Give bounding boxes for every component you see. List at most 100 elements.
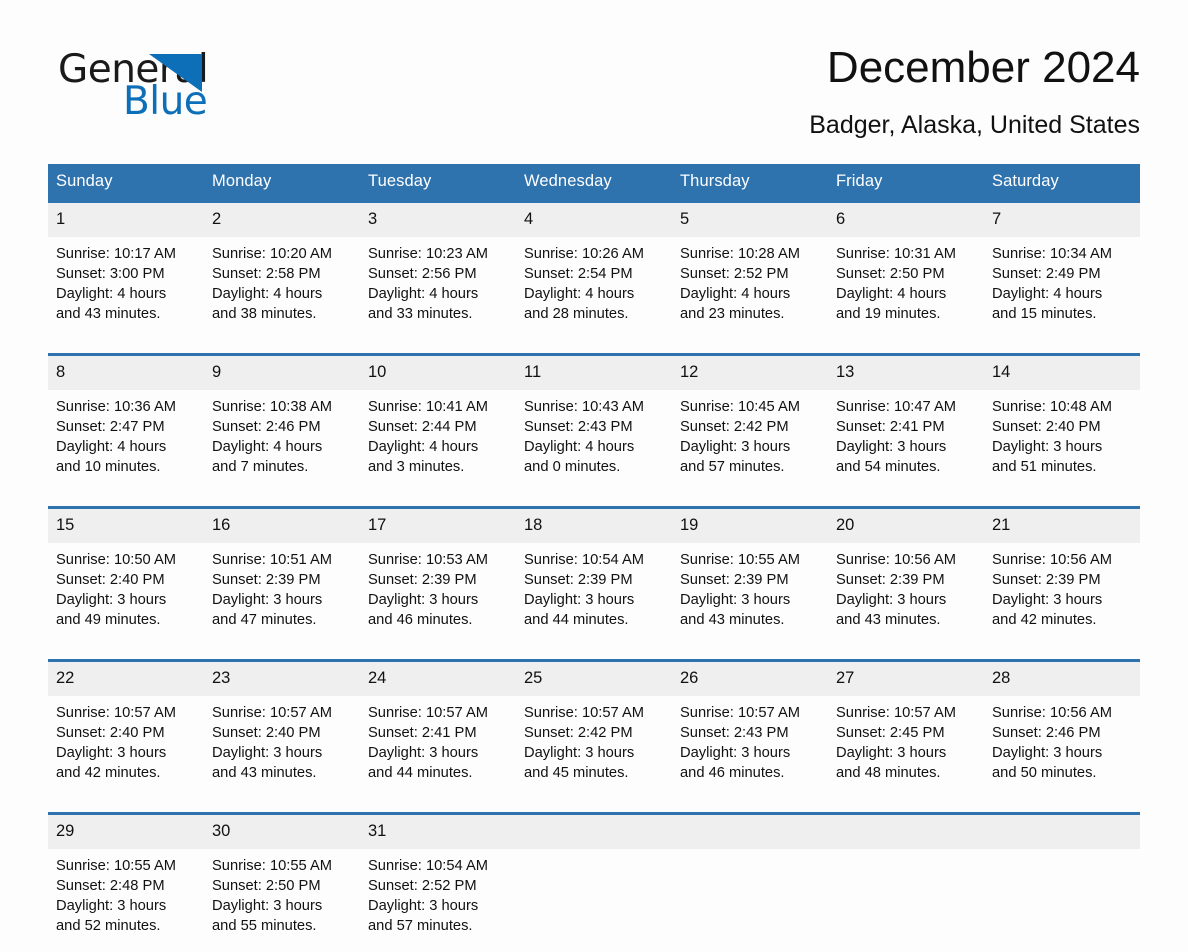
day-info-row: Sunrise: 10:36 AM Sunset: 2:47 PM Daylight… bbox=[48, 390, 1140, 493]
empty-line bbox=[524, 916, 662, 936]
sunrise-text: Sunrise: 10:17 AM bbox=[56, 246, 177, 262]
day-number-26[interactable]: 26 bbox=[672, 662, 828, 696]
day-cell-24[interactable]: Sunrise: 10:57 AM Sunset: 2:41 PM Daylight… bbox=[360, 696, 516, 799]
day-number-7[interactable]: 7 bbox=[984, 203, 1140, 237]
day-number-29[interactable]: 29 bbox=[48, 815, 204, 849]
day-info-row: Sunrise: 10:50 AM Sunset: 2:40 PM Daylight… bbox=[48, 543, 1140, 646]
day-cell-9[interactable]: Sunrise: 10:38 AM Sunset: 2:46 PM Daylight… bbox=[204, 390, 360, 493]
day-number-21[interactable]: 21 bbox=[984, 509, 1140, 543]
day-cell-5[interactable]: Sunrise: 10:28 AM Sunset: 2:52 PM Daylight… bbox=[672, 237, 828, 340]
week-spacer-cell bbox=[48, 340, 1140, 353]
sunrise-text: Sunrise: 10:55 AM bbox=[212, 858, 333, 874]
day-cell-16[interactable]: Sunrise: 10:51 AM Sunset: 2:39 PM Daylight… bbox=[204, 543, 360, 646]
day-number-5[interactable]: 5 bbox=[672, 203, 828, 237]
sunrise-text: Sunrise: 10:47 AM bbox=[836, 399, 957, 415]
day-number-9[interactable]: 9 bbox=[204, 356, 360, 390]
daylight-text-line1: Daylight: 3 hours bbox=[56, 592, 167, 608]
brand-name-blue: Blue bbox=[123, 79, 208, 124]
day-number-13[interactable]: 13 bbox=[828, 356, 984, 390]
day-cell-10[interactable]: Sunrise: 10:41 AM Sunset: 2:44 PM Daylight… bbox=[360, 390, 516, 493]
day-cell-3[interactable]: Sunrise: 10:23 AM Sunset: 2:56 PM Daylight… bbox=[360, 237, 516, 340]
day-number-23[interactable]: 23 bbox=[204, 662, 360, 696]
day-cell-6[interactable]: Sunrise: 10:31 AM Sunset: 2:50 PM Daylight… bbox=[828, 237, 984, 340]
daylight-text-line2: and 52 minutes. bbox=[56, 918, 161, 934]
day-cell-27[interactable]: Sunrise: 10:57 AM Sunset: 2:45 PM Daylight… bbox=[828, 696, 984, 799]
day-number-12[interactable]: 12 bbox=[672, 356, 828, 390]
day-cell-8[interactable]: Sunrise: 10:36 AM Sunset: 2:47 PM Daylight… bbox=[48, 390, 204, 493]
day-number-10[interactable]: 10 bbox=[360, 356, 516, 390]
day-cell-25[interactable]: Sunrise: 10:57 AM Sunset: 2:42 PM Daylight… bbox=[516, 696, 672, 799]
day-number-4[interactable]: 4 bbox=[516, 203, 672, 237]
day-cell-1[interactable]: Sunrise: 10:17 AM Sunset: 3:00 PM Daylight… bbox=[48, 237, 204, 340]
day-cell-29[interactable]: Sunrise: 10:55 AM Sunset: 2:48 PM Daylight… bbox=[48, 849, 204, 952]
daylight-text-line2: and 44 minutes. bbox=[368, 765, 473, 781]
day-cell-4[interactable]: Sunrise: 10:26 AM Sunset: 2:54 PM Daylight… bbox=[516, 237, 672, 340]
day-cell-2[interactable]: Sunrise: 10:20 AM Sunset: 2:58 PM Daylight… bbox=[204, 237, 360, 340]
week-spacer bbox=[48, 340, 1140, 353]
daylight-text-line1: Daylight: 3 hours bbox=[680, 439, 791, 455]
day-number-11[interactable]: 11 bbox=[516, 356, 672, 390]
daylight-text-line2: and 38 minutes. bbox=[212, 306, 317, 322]
day-number-14[interactable]: 14 bbox=[984, 356, 1140, 390]
day-number-30[interactable]: 30 bbox=[204, 815, 360, 849]
week-spacer-cell bbox=[48, 646, 1140, 659]
sunset-text: Sunset: 2:40 PM bbox=[56, 725, 165, 741]
day-cell-28[interactable]: Sunrise: 10:56 AM Sunset: 2:46 PM Daylight… bbox=[984, 696, 1140, 799]
day-number-17[interactable]: 17 bbox=[360, 509, 516, 543]
day-number-3[interactable]: 3 bbox=[360, 203, 516, 237]
day-cell-13[interactable]: Sunrise: 10:47 AM Sunset: 2:41 PM Daylight… bbox=[828, 390, 984, 493]
week-spacer bbox=[48, 646, 1140, 659]
day-number-28[interactable]: 28 bbox=[984, 662, 1140, 696]
day-cell-26[interactable]: Sunrise: 10:57 AM Sunset: 2:43 PM Daylight… bbox=[672, 696, 828, 799]
day-number-27[interactable]: 27 bbox=[828, 662, 984, 696]
day-cell-20[interactable]: Sunrise: 10:56 AM Sunset: 2:39 PM Daylight… bbox=[828, 543, 984, 646]
day-number-1[interactable]: 1 bbox=[48, 203, 204, 237]
daylight-text-line2: and 10 minutes. bbox=[56, 459, 161, 475]
day-number-2[interactable]: 2 bbox=[204, 203, 360, 237]
day-number-empty bbox=[828, 815, 984, 849]
day-cell-31[interactable]: Sunrise: 10:54 AM Sunset: 2:52 PM Daylight… bbox=[360, 849, 516, 952]
daylight-text-line1: Daylight: 3 hours bbox=[368, 745, 479, 761]
brand-logo[interactable]: General Blue bbox=[48, 42, 268, 124]
day-cell-12[interactable]: Sunrise: 10:45 AM Sunset: 2:42 PM Daylight… bbox=[672, 390, 828, 493]
sunset-text: Sunset: 2:49 PM bbox=[992, 266, 1101, 282]
day-number-15[interactable]: 15 bbox=[48, 509, 204, 543]
day-cell-22[interactable]: Sunrise: 10:57 AM Sunset: 2:40 PM Daylight… bbox=[48, 696, 204, 799]
day-cell-15[interactable]: Sunrise: 10:50 AM Sunset: 2:40 PM Daylight… bbox=[48, 543, 204, 646]
sunset-text: Sunset: 2:40 PM bbox=[56, 572, 165, 588]
day-number-24[interactable]: 24 bbox=[360, 662, 516, 696]
sunset-text: Sunset: 2:39 PM bbox=[680, 572, 789, 588]
day-number-16[interactable]: 16 bbox=[204, 509, 360, 543]
daylight-text-line1: Daylight: 4 hours bbox=[368, 439, 479, 455]
day-number-19[interactable]: 19 bbox=[672, 509, 828, 543]
sunrise-text: Sunrise: 10:48 AM bbox=[992, 399, 1113, 415]
day-number-8[interactable]: 8 bbox=[48, 356, 204, 390]
day-number-18[interactable]: 18 bbox=[516, 509, 672, 543]
day-cell-23[interactable]: Sunrise: 10:57 AM Sunset: 2:40 PM Daylight… bbox=[204, 696, 360, 799]
weekday-header-saturday: Saturday bbox=[984, 164, 1140, 200]
day-cell-21[interactable]: Sunrise: 10:56 AM Sunset: 2:39 PM Daylight… bbox=[984, 543, 1140, 646]
day-cell-11[interactable]: Sunrise: 10:43 AM Sunset: 2:43 PM Daylight… bbox=[516, 390, 672, 493]
day-number-22[interactable]: 22 bbox=[48, 662, 204, 696]
day-number-31[interactable]: 31 bbox=[360, 815, 516, 849]
sunrise-sunset-calendar: Sunday Monday Tuesday Wednesday Thursday… bbox=[48, 164, 1140, 952]
day-cell-19[interactable]: Sunrise: 10:55 AM Sunset: 2:39 PM Daylight… bbox=[672, 543, 828, 646]
day-cell-17[interactable]: Sunrise: 10:53 AM Sunset: 2:39 PM Daylight… bbox=[360, 543, 516, 646]
day-cell-7[interactable]: Sunrise: 10:34 AM Sunset: 2:49 PM Daylight… bbox=[984, 237, 1140, 340]
sunset-text: Sunset: 2:50 PM bbox=[836, 266, 945, 282]
daylight-text-line1: Daylight: 3 hours bbox=[212, 898, 323, 914]
day-number-25[interactable]: 25 bbox=[516, 662, 672, 696]
daylight-text-line1: Daylight: 3 hours bbox=[992, 592, 1103, 608]
day-cell-30[interactable]: Sunrise: 10:55 AM Sunset: 2:50 PM Daylight… bbox=[204, 849, 360, 952]
day-number-20[interactable]: 20 bbox=[828, 509, 984, 543]
day-cell-18[interactable]: Sunrise: 10:54 AM Sunset: 2:39 PM Daylight… bbox=[516, 543, 672, 646]
sunset-text: Sunset: 2:54 PM bbox=[524, 266, 633, 282]
sunset-text: Sunset: 2:58 PM bbox=[212, 266, 321, 282]
daylight-text-line1: Daylight: 3 hours bbox=[212, 592, 323, 608]
day-cell-14[interactable]: Sunrise: 10:48 AM Sunset: 2:40 PM Daylight… bbox=[984, 390, 1140, 493]
sunset-text: Sunset: 2:40 PM bbox=[992, 419, 1101, 435]
day-number-6[interactable]: 6 bbox=[828, 203, 984, 237]
sunrise-text: Sunrise: 10:54 AM bbox=[368, 858, 489, 874]
sunrise-text: Sunrise: 10:34 AM bbox=[992, 246, 1113, 262]
sunset-text: Sunset: 2:45 PM bbox=[836, 725, 945, 741]
